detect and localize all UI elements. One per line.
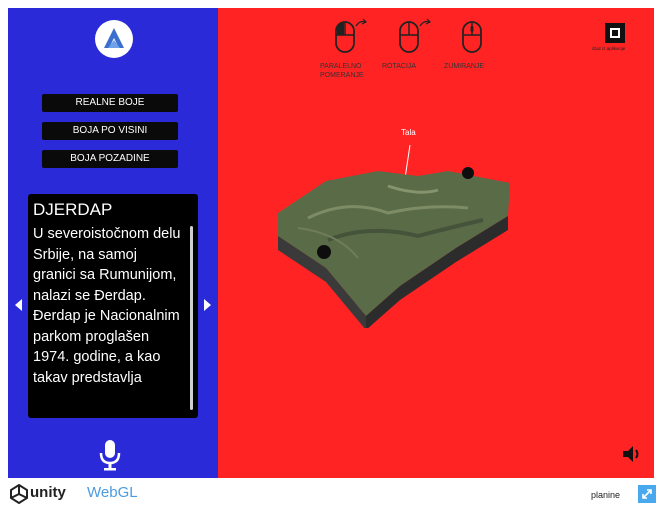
unity-canvas[interactable]: REALNE BOJE BOJA PO VISINI BOJA POZADINE…: [8, 8, 654, 478]
pan-control: [334, 16, 368, 61]
background-color-button[interactable]: BOJA POZADINE: [42, 150, 178, 168]
zoom-control: [460, 16, 486, 61]
info-panel[interactable]: DJERDAP U severoistočnom delu Srbije, na…: [28, 194, 198, 418]
rotate-control: [398, 16, 432, 61]
height-color-button[interactable]: BOJA PO VISINI: [42, 122, 178, 140]
speaker-icon[interactable]: [621, 445, 643, 463]
rotate-label: ROTACIJA: [382, 63, 417, 70]
unity-logo-icon: [10, 484, 28, 504]
app-logo: [95, 20, 133, 58]
sidebar: REALNE BOJE BOJA PO VISINI BOJA POZADINE…: [8, 8, 218, 478]
mouse-icon: [335, 18, 368, 53]
microphone-icon[interactable]: [97, 438, 123, 472]
peak-label: Tala: [401, 128, 416, 137]
fullscreen-button[interactable]: [638, 485, 656, 503]
exit-label: izlaz iz aplikacije: [592, 46, 626, 51]
fullscreen-icon: [642, 489, 652, 499]
app-title: planine: [591, 490, 621, 500]
real-colors-button[interactable]: REALNE BOJE: [42, 94, 178, 112]
scene-viewport[interactable]: PARALELNO POMERANJE ROTACIJA ZUMIRANJE i…: [218, 8, 654, 478]
mouse-icon: [399, 18, 432, 53]
zoom-label: ZUMIRANJE: [444, 63, 485, 70]
unity-brand: unity: [30, 484, 66, 501]
mouse-icon: [462, 21, 482, 53]
webgl-brand: WebGL: [87, 484, 138, 501]
info-title: DJERDAP: [33, 200, 113, 219]
next-arrow-icon[interactable]: [202, 298, 212, 311]
exit-icon[interactable]: [604, 22, 626, 44]
info-scrollbar[interactable]: [190, 226, 193, 410]
terrain-model[interactable]: [278, 138, 528, 328]
pan-label: PARALELNO POMERANJE: [320, 63, 364, 79]
info-text: U severoistočnom delu Srbije, na samoj g…: [33, 226, 181, 386]
prev-arrow-icon[interactable]: [14, 298, 24, 311]
